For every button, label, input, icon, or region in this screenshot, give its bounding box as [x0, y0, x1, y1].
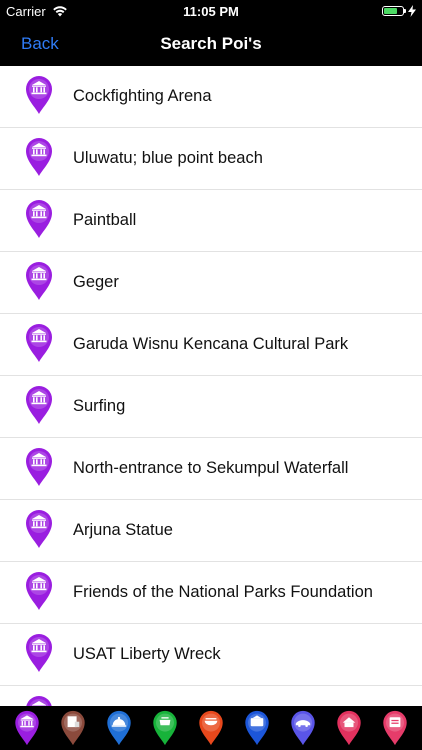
restaurant-pin-icon [199, 710, 223, 746]
poi-pin [24, 695, 54, 706]
museum-pin-icon [26, 138, 52, 176]
poi-name: Cockfighting Arena [73, 87, 212, 105]
hotel-pin-icon [61, 710, 85, 746]
app-screen: Carrier 11:05 PM Back Search Poi's Cockf… [0, 0, 422, 750]
home-pin-icon [337, 710, 361, 746]
category-filter-button[interactable] [381, 710, 409, 746]
poi-name: Arjuna Statue [73, 521, 173, 539]
poi-list-item[interactable]: Friends of the National Parks Foundation [0, 562, 422, 624]
museum-pin-icon [26, 510, 52, 548]
poi-list-item[interactable]: Arjuna Statue [0, 500, 422, 562]
poi-list-item[interactable]: Surfing [0, 376, 422, 438]
poi-pin [24, 633, 54, 673]
museum-pin-icon [15, 710, 39, 746]
category-filter-button[interactable] [197, 710, 225, 746]
poi-pin [24, 75, 54, 115]
atm-pin-icon [245, 710, 269, 746]
navigation-bar: Back Search Poi's [0, 22, 422, 66]
category-filter-button[interactable] [243, 710, 271, 746]
service-pin-icon [107, 710, 131, 746]
poi-list-item[interactable]: Uluwatu; blue point beach [0, 128, 422, 190]
status-bar: Carrier 11:05 PM [0, 0, 422, 22]
category-toolbar [0, 706, 422, 750]
museum-pin-icon [26, 634, 52, 672]
museum-pin-icon [26, 262, 52, 300]
poi-list[interactable]: Cockfighting Arena Uluwatu; blue point be… [0, 66, 422, 706]
category-filter-button[interactable] [13, 710, 41, 746]
poi-list-item[interactable]: Paintball [0, 190, 422, 252]
poi-list-item[interactable]: USAT Liberty Wreck [0, 624, 422, 686]
category-filter-button[interactable] [289, 710, 317, 746]
charging-icon [408, 5, 416, 17]
poi-list-item[interactable]: Geger [0, 252, 422, 314]
poi-name: Surfing [73, 397, 126, 415]
poi-pin [24, 323, 54, 363]
category-filter-button[interactable] [335, 710, 363, 746]
museum-pin-icon [26, 200, 52, 238]
poi-pin [24, 199, 54, 239]
museum-pin-icon [26, 76, 52, 114]
poi-pin [24, 447, 54, 487]
page-title: Search Poi's [160, 34, 262, 53]
status-right [382, 0, 416, 22]
poi-list-item[interactable]: Garuda Wisnu Kencana Cultural Park [0, 314, 422, 376]
poi-list-item[interactable] [0, 686, 422, 706]
museum-pin-icon [26, 324, 52, 362]
transport-pin-icon [291, 710, 315, 746]
status-time: 11:05 PM [183, 3, 239, 19]
poi-name: North-entrance to Sekumpul Waterfall [73, 459, 349, 477]
poi-list-item[interactable]: Cockfighting Arena [0, 66, 422, 128]
poi-name: Uluwatu; blue point beach [73, 149, 263, 167]
poi-name: Garuda Wisnu Kencana Cultural Park [73, 335, 349, 353]
museum-pin-icon [26, 572, 52, 610]
poi-name: Paintball [73, 211, 137, 229]
category-filter-button[interactable] [59, 710, 87, 746]
poi-name: Geger [73, 273, 119, 291]
poi-name: USAT Liberty Wreck [73, 645, 221, 663]
poi-list-item[interactable]: North-entrance to Sekumpul Waterfall [0, 438, 422, 500]
battery-fill [384, 8, 397, 14]
category-filter-button[interactable] [151, 710, 179, 746]
cafe-pin-icon [153, 710, 177, 746]
museum-pin-icon [26, 696, 52, 706]
poi-pin [24, 571, 54, 611]
battery-icon [382, 6, 406, 16]
poi-pin [24, 509, 54, 549]
category-filter-button[interactable] [105, 710, 133, 746]
poi-pin [24, 137, 54, 177]
museum-pin-icon [26, 448, 52, 486]
shop-pin-icon [383, 710, 407, 746]
poi-pin [24, 261, 54, 301]
poi-pin [24, 385, 54, 425]
museum-pin-icon [26, 386, 52, 424]
poi-name: Friends of the National Parks Foundation [73, 583, 373, 601]
